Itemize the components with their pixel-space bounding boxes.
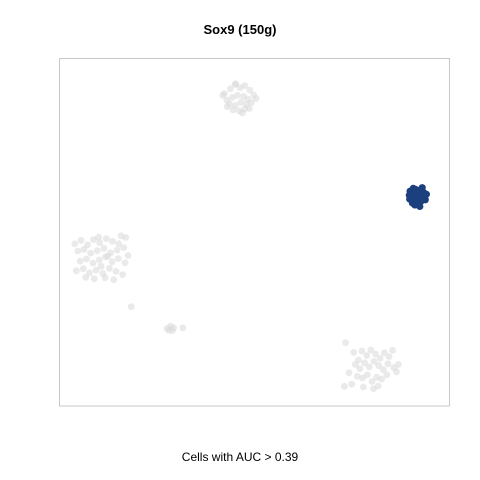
inactive-cell-point bbox=[219, 91, 227, 99]
active-cell-point bbox=[409, 184, 417, 192]
inactive-cell-point bbox=[95, 256, 103, 264]
inactive-cell-point bbox=[341, 382, 348, 390]
inactive-cell-point bbox=[89, 259, 97, 267]
inactive-cell-point bbox=[79, 265, 87, 273]
inactive-cell-point bbox=[229, 106, 237, 114]
inactive-cell-point bbox=[345, 369, 353, 377]
inactive-cell-point bbox=[117, 232, 125, 240]
inactive-cell-point bbox=[121, 259, 129, 267]
inactive-cell-point bbox=[252, 95, 260, 102]
inactive-cell-point bbox=[72, 267, 80, 275]
inactive-cell-point bbox=[97, 262, 105, 270]
inactive-cell-point bbox=[82, 273, 90, 281]
inactive-cell-point bbox=[90, 275, 98, 283]
inactive-cell-point bbox=[374, 382, 382, 390]
inactive-cell-point bbox=[348, 380, 356, 388]
active-cells-layer bbox=[405, 184, 430, 210]
inactive-cell-point bbox=[363, 371, 371, 379]
inactive-cell-point bbox=[246, 105, 253, 112]
inactive-cell-point bbox=[342, 339, 349, 347]
inactive-cell-point bbox=[360, 383, 367, 391]
inactive-cell-point bbox=[376, 354, 384, 362]
inactive-cell-point bbox=[100, 244, 108, 252]
inactive-cell-point bbox=[393, 368, 400, 376]
inactive-cell-point bbox=[114, 255, 122, 262]
inactive-cell-point bbox=[112, 268, 120, 275]
inactive-cell-point bbox=[124, 252, 132, 259]
inactive-cell-point bbox=[71, 240, 79, 248]
inactive-cell-point bbox=[95, 233, 102, 241]
inactive-cell-point bbox=[119, 271, 126, 278]
inactive-cell-point bbox=[365, 363, 373, 371]
inactive-cell-point bbox=[232, 80, 240, 87]
active-cell-point bbox=[418, 184, 426, 192]
inactive-cell-point bbox=[384, 360, 392, 368]
inactive-cell-point bbox=[108, 258, 116, 266]
inactive-cell-point bbox=[356, 365, 364, 373]
inactive-cell-point bbox=[93, 247, 101, 255]
inactive-cell-point bbox=[74, 247, 82, 255]
inactive-cell-point bbox=[363, 352, 371, 359]
inactive-cell-point bbox=[83, 255, 90, 263]
inactive-cell-point bbox=[120, 244, 128, 252]
inactive-cell-point bbox=[350, 349, 358, 356]
inactive-cell-point bbox=[113, 246, 121, 254]
inactive-cell-point bbox=[109, 237, 116, 245]
inactive-cell-point bbox=[389, 346, 396, 354]
inactive-cells-layer bbox=[71, 80, 402, 393]
chart-caption: Cells with AUC > 0.39 bbox=[181, 450, 299, 464]
inactive-cell-point bbox=[101, 274, 109, 282]
inactive-cell-point bbox=[104, 252, 112, 260]
inactive-cell-point bbox=[383, 371, 391, 379]
inactive-cell-point bbox=[77, 236, 85, 244]
inactive-cell-point bbox=[110, 276, 118, 284]
inactive-cell-point bbox=[127, 303, 135, 311]
inactive-cell-point bbox=[385, 353, 393, 360]
inactive-cell-point bbox=[239, 109, 246, 117]
inactive-cell-point bbox=[169, 327, 176, 334]
inactive-cell-point bbox=[395, 361, 402, 368]
inactive-cell-point bbox=[234, 91, 241, 99]
inactive-cell-point bbox=[106, 264, 113, 272]
inactive-cell-point bbox=[179, 324, 187, 332]
active-cell-point bbox=[416, 202, 424, 210]
inactive-cell-point bbox=[80, 245, 88, 253]
inactive-cell-point bbox=[223, 103, 231, 111]
active-cell-point bbox=[422, 190, 430, 198]
inactive-cell-point bbox=[76, 257, 84, 265]
inactive-cell-point bbox=[87, 249, 95, 257]
active-cell-point bbox=[406, 195, 414, 203]
scatter-plot bbox=[59, 58, 450, 407]
inactive-cell-point bbox=[102, 235, 110, 243]
